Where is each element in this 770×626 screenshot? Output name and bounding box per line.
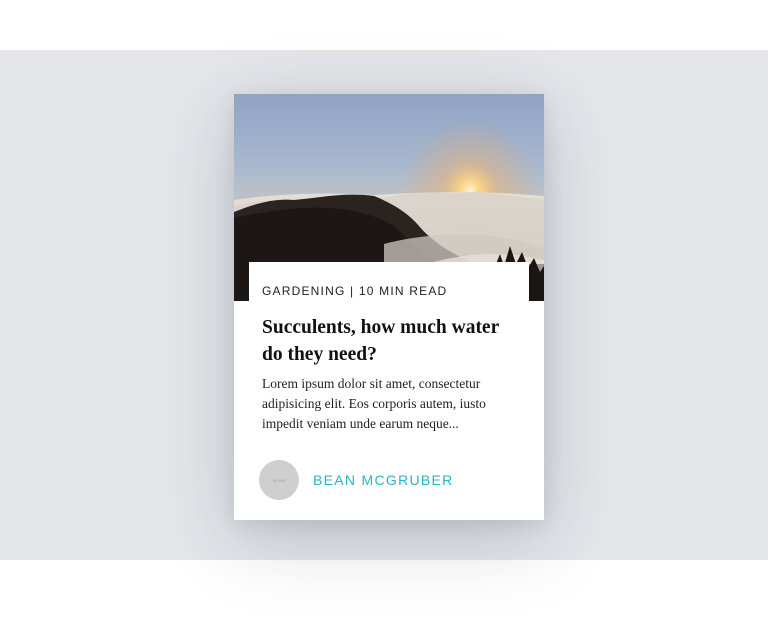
article-title[interactable]: Succulents, how much water do they need? [262,314,517,368]
avatar-placeholder-text: 50×50 [272,477,286,483]
article-excerpt: Lorem ipsum dolor sit amet, consectetur … [262,376,486,431]
avatar[interactable]: 50×50 [259,460,299,500]
author-name-link[interactable]: BEAN MCGRUBER [313,472,454,488]
article-card[interactable]: GARDENING | 10 MIN READ Succulents, how … [234,94,544,520]
card-content: GARDENING | 10 MIN READ Succulents, how … [249,262,529,442]
category-meta: GARDENING | 10 MIN READ [262,284,448,298]
author-row: 50×50 BEAN MCGRUBER [259,460,454,500]
page: GARDENING | 10 MIN READ Succulents, how … [0,0,770,626]
